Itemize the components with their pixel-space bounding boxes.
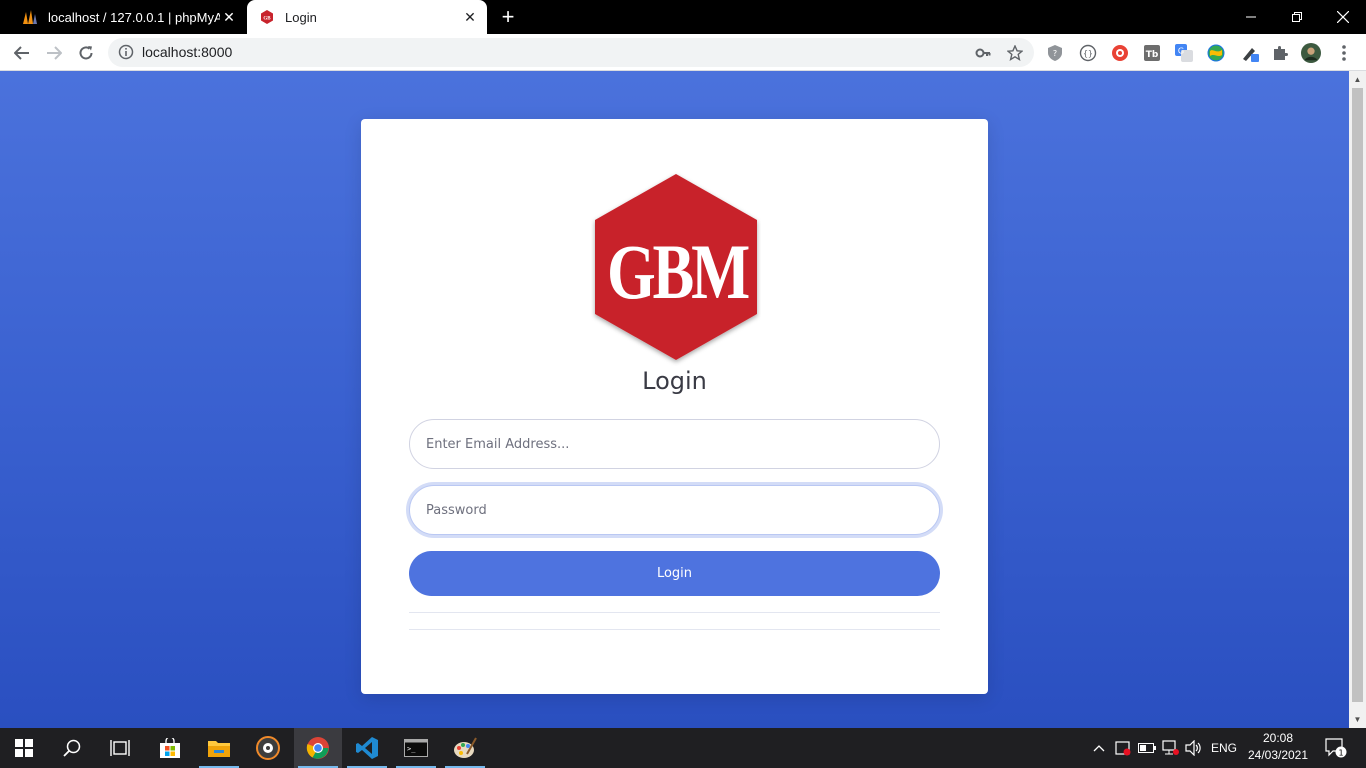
svg-text:>_: >_ — [407, 745, 416, 753]
logo-text: GBM — [607, 228, 749, 315]
translate-extension-icon[interactable]: G — [1174, 43, 1194, 63]
clock-date: 24/03/2021 — [1247, 748, 1309, 762]
close-window-icon[interactable] — [1320, 0, 1366, 34]
code-extension-icon[interactable]: {} — [1078, 43, 1098, 63]
record-extension-icon[interactable] — [1110, 43, 1130, 63]
store-icon[interactable] — [146, 728, 194, 768]
file-explorer-icon[interactable] — [195, 728, 243, 768]
email-field[interactable] — [409, 419, 940, 469]
profile-avatar-icon[interactable] — [1301, 43, 1321, 63]
chevron-up-icon[interactable] — [1089, 728, 1109, 768]
svg-text:G: G — [1178, 47, 1184, 56]
volume-icon[interactable] — [1184, 728, 1204, 768]
gbm-logo: GBM — [591, 170, 761, 366]
close-icon[interactable]: ✕ — [220, 8, 238, 26]
url-input[interactable] — [142, 38, 842, 67]
minimize-icon[interactable] — [1228, 0, 1274, 34]
tab-login[interactable]: GB Login ✕ — [247, 0, 487, 34]
chrome-icon[interactable] — [294, 728, 342, 768]
task-view-icon[interactable] — [96, 728, 144, 768]
reload-icon[interactable] — [73, 40, 99, 66]
vscode-icon[interactable] — [343, 728, 391, 768]
restore-icon[interactable] — [1274, 0, 1320, 34]
windows-taskbar: >_ ENG 20:08 24/03/2021 1 — [0, 728, 1366, 768]
back-arrow-icon[interactable] — [9, 40, 35, 66]
divider — [409, 612, 940, 613]
scroll-up-arrow-icon[interactable]: ▲ — [1353, 75, 1362, 84]
close-icon[interactable]: ✕ — [461, 8, 479, 26]
paint-icon[interactable] — [441, 728, 489, 768]
svg-text:?: ? — [1053, 49, 1057, 58]
shield-extension-icon[interactable]: ? — [1045, 43, 1065, 63]
svg-text:GB: GB — [263, 17, 271, 22]
page-viewport: GBM Login Login — [0, 71, 1349, 728]
defender-icon[interactable] — [1113, 728, 1133, 768]
terminal-icon[interactable]: >_ — [392, 728, 440, 768]
svg-text:{}: {} — [1083, 49, 1093, 58]
eyedropper-extension-icon[interactable] — [1240, 43, 1260, 63]
notification-count: 1 — [1338, 749, 1343, 758]
media-player-icon[interactable] — [244, 728, 292, 768]
divider — [409, 629, 940, 630]
phpmyadmin-icon — [22, 9, 38, 25]
login-card: GBM Login Login — [361, 119, 988, 694]
language-indicator[interactable]: ENG — [1208, 728, 1240, 768]
network-icon[interactable] — [1161, 728, 1181, 768]
tab-title: localhost / 127.0.0.1 | phpMyAdm — [48, 9, 220, 25]
clock[interactable]: 20:08 24/03/2021 — [1246, 730, 1310, 764]
address-bar[interactable] — [108, 38, 1034, 67]
gbm-favicon-icon: GB — [259, 9, 275, 25]
puzzle-extensions-icon[interactable] — [1270, 43, 1290, 63]
password-field[interactable] — [409, 485, 940, 535]
grid-extension-icon[interactable]: Tb — [1142, 43, 1162, 63]
scrollbar-thumb[interactable] — [1352, 88, 1363, 702]
tab-phpmyadmin[interactable]: localhost / 127.0.0.1 | phpMyAdm ✕ — [10, 0, 246, 34]
browser-toolbar: ? {} Tb G — [0, 34, 1366, 71]
bookmark-star-icon[interactable] — [1006, 44, 1024, 62]
browser-tab-bar: localhost / 127.0.0.1 | phpMyAdm ✕ GB Lo… — [0, 0, 1366, 34]
login-button[interactable]: Login — [409, 551, 940, 596]
new-tab-plus-icon[interactable]: + — [497, 6, 519, 28]
search-icon[interactable] — [48, 728, 96, 768]
key-icon[interactable] — [974, 44, 992, 62]
page-title: Login — [642, 367, 707, 395]
svg-text:Tb: Tb — [1146, 50, 1159, 60]
notifications-icon[interactable]: 1 — [1320, 728, 1352, 768]
tab-title: Login — [285, 9, 317, 25]
windows-start-icon[interactable] — [0, 728, 48, 768]
page-scrollbar[interactable]: ▲ ▼ — [1349, 71, 1366, 728]
forward-arrow-icon[interactable] — [41, 40, 67, 66]
info-icon[interactable] — [118, 44, 134, 60]
globe-extension-icon[interactable] — [1206, 43, 1226, 63]
scroll-down-arrow-icon[interactable]: ▼ — [1353, 715, 1362, 724]
battery-icon[interactable] — [1137, 728, 1157, 768]
menu-dots-icon[interactable] — [1334, 43, 1354, 63]
clock-time: 20:08 — [1262, 731, 1294, 745]
